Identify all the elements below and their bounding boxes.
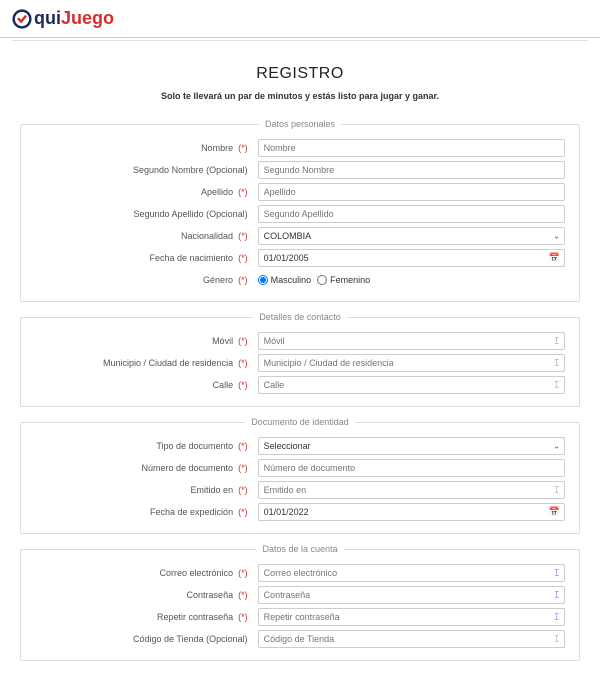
repetir-label: Repetir contraseña xyxy=(157,612,233,622)
movil-input[interactable] xyxy=(258,332,565,350)
required-mark: (*) xyxy=(238,231,248,241)
required-mark: (*) xyxy=(238,336,248,346)
movil-label: Móvil xyxy=(212,336,233,346)
municipio-input[interactable] xyxy=(258,354,565,372)
required-mark: (*) xyxy=(238,380,248,390)
emitido-input[interactable] xyxy=(258,481,565,499)
numero-doc-input[interactable] xyxy=(258,459,565,477)
required-mark: (*) xyxy=(238,143,248,153)
required-mark: (*) xyxy=(238,441,248,451)
required-mark: (*) xyxy=(238,253,248,263)
genero-masculino-label: Masculino xyxy=(271,275,312,285)
codigo-input[interactable] xyxy=(258,630,565,648)
contrasena-input[interactable] xyxy=(258,586,565,604)
contrasena-label: Contraseña xyxy=(187,590,234,600)
segundo-nombre-label: Segundo Nombre (Opcional) xyxy=(133,165,248,175)
required-mark: (*) xyxy=(238,358,248,368)
header: qui Juego xyxy=(0,0,600,37)
apellido-label: Apellido xyxy=(201,187,233,197)
nacionalidad-label: Nacionalidad xyxy=(181,231,233,241)
fieldset-cuenta: Datos de la cuenta Correo electrónico (*… xyxy=(20,544,580,661)
segundo-nombre-input[interactable] xyxy=(258,161,565,179)
fieldset-personal: Datos personales Nombre (*) Segundo Nomb… xyxy=(20,119,580,302)
nacionalidad-select[interactable]: COLOMBIA xyxy=(258,227,565,245)
required-mark: (*) xyxy=(238,612,248,622)
legend-cuenta: Datos de la cuenta xyxy=(256,544,343,554)
tipo-doc-select[interactable]: Seleccionar xyxy=(258,437,565,455)
repetir-input[interactable] xyxy=(258,608,565,626)
segundo-apellido-input[interactable] xyxy=(258,205,565,223)
legend-contacto: Detalles de contacto xyxy=(253,312,347,322)
logo[interactable]: qui Juego xyxy=(12,8,114,29)
fecha-exp-input[interactable] xyxy=(258,503,565,521)
fecha-nac-input[interactable] xyxy=(258,249,565,267)
required-mark: (*) xyxy=(238,485,248,495)
segundo-apellido-label: Segundo Apellido (Opcional) xyxy=(134,209,248,219)
required-mark: (*) xyxy=(238,275,248,285)
fieldset-contacto: Detalles de contacto Móvil (*) 𝙸 Municip… xyxy=(20,312,580,407)
nombre-input[interactable] xyxy=(258,139,565,157)
genero-label: Género xyxy=(203,275,233,285)
fecha-exp-label: Fecha de expedición xyxy=(150,507,233,517)
genero-femenino-label: Femenino xyxy=(330,275,370,285)
tipo-doc-label: Tipo de documento xyxy=(156,441,233,451)
fecha-nac-label: Fecha de nacimiento xyxy=(150,253,234,263)
calle-label: Calle xyxy=(213,380,234,390)
numero-doc-label: Número de documento xyxy=(142,463,234,473)
correo-input[interactable] xyxy=(258,564,565,582)
legend-documento: Documento de identidad xyxy=(245,417,355,427)
codigo-label: Código de Tienda (Opcional) xyxy=(133,634,248,644)
genero-masculino-radio[interactable] xyxy=(258,275,268,285)
page-title: REGISTRO xyxy=(20,65,580,83)
apellido-input[interactable] xyxy=(258,183,565,201)
required-mark: (*) xyxy=(238,463,248,473)
nombre-label: Nombre xyxy=(201,143,233,153)
page-subtitle: Solo te llevará un par de minutos y está… xyxy=(20,91,580,101)
logo-text-aqui: qui xyxy=(34,8,61,29)
required-mark: (*) xyxy=(238,568,248,578)
emitido-label: Emitido en xyxy=(191,485,234,495)
logo-text-juego: Juego xyxy=(61,8,114,29)
legend-personal: Datos personales xyxy=(259,119,341,129)
municipio-label: Municipio / Ciudad de residencia xyxy=(103,358,233,368)
divider xyxy=(0,37,600,38)
logo-icon xyxy=(12,9,32,29)
calle-input[interactable] xyxy=(258,376,565,394)
required-mark: (*) xyxy=(238,507,248,517)
fieldset-documento: Documento de identidad Tipo de documento… xyxy=(20,417,580,534)
required-mark: (*) xyxy=(238,590,248,600)
required-mark: (*) xyxy=(238,187,248,197)
correo-label: Correo electrónico xyxy=(160,568,234,578)
content: REGISTRO Solo te llevará un par de minut… xyxy=(0,41,600,683)
genero-femenino-radio[interactable] xyxy=(317,275,327,285)
